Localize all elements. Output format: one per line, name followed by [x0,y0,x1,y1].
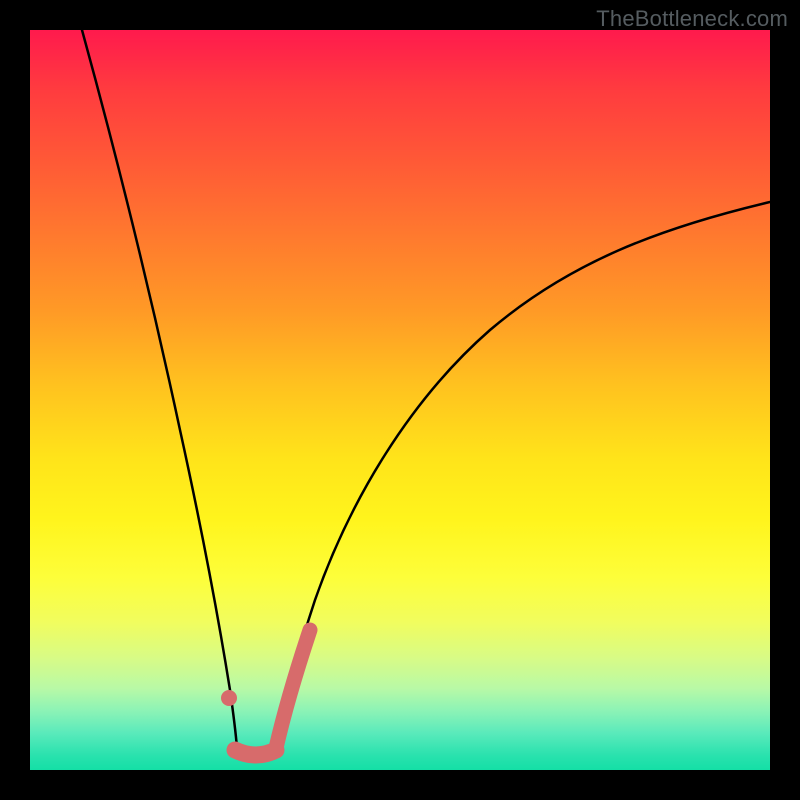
curve-layer [30,30,770,770]
watermark-text: TheBottleneck.com [596,6,788,32]
chart-plot-area [30,30,770,770]
highlight-right-stroke [276,630,310,748]
curve-right-branch [274,202,770,748]
curve-left-branch [82,30,237,748]
highlight-dot-left [221,690,237,706]
